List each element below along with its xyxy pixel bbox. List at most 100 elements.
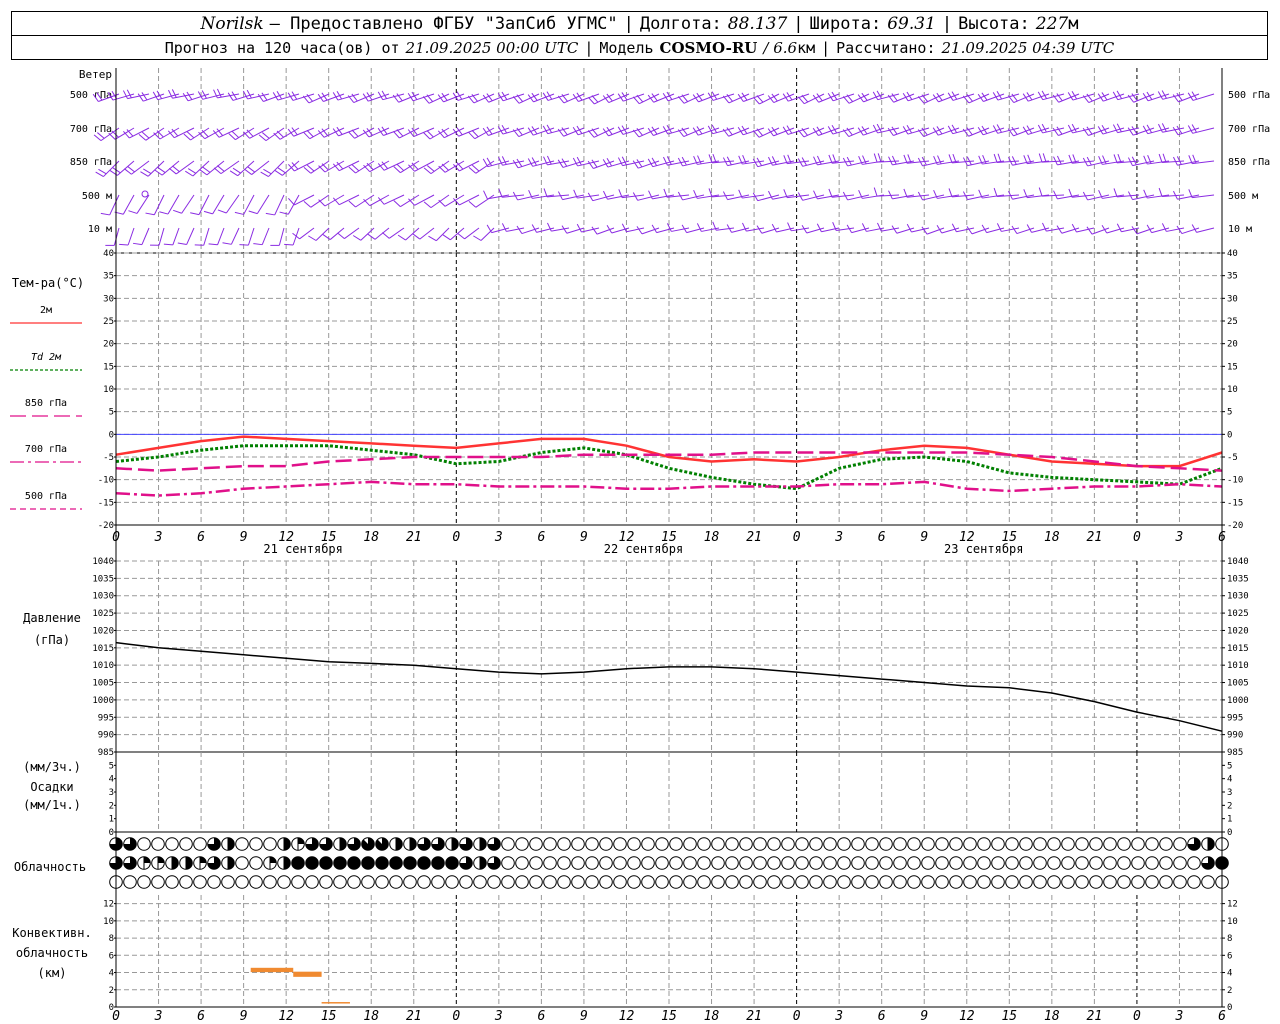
cloud-fill — [158, 856, 165, 863]
wind-barb-flag — [516, 225, 523, 234]
cloud-circle — [263, 837, 277, 851]
temperature-tick-label-right: 40 — [1227, 249, 1238, 259]
pressure-tick-label-left: 1005 — [92, 679, 114, 689]
cloud-circle — [781, 837, 795, 851]
wind-barb-flag — [143, 168, 152, 174]
cloud-fill — [228, 856, 235, 870]
cloud-circle — [921, 856, 935, 870]
wind-barb-flag — [1131, 226, 1138, 235]
wind-barb-flag — [636, 226, 643, 235]
wind-barb-staff — [203, 227, 210, 246]
cloud-cover-icon — [515, 875, 529, 889]
cloud-circle — [907, 837, 921, 851]
wind-barb-staff — [656, 227, 675, 234]
wind-barb-flag — [993, 187, 998, 197]
cloud-circle — [1117, 856, 1131, 870]
cloud-fill — [228, 837, 235, 851]
wind-barb — [194, 227, 210, 246]
wind-barb — [1053, 190, 1080, 200]
wind-barb-flag — [127, 165, 135, 173]
wind-barb-flag — [287, 128, 295, 137]
cloud-circle — [1187, 875, 1201, 889]
cloud-circle — [305, 856, 319, 870]
cloud-cover-icon — [1089, 837, 1103, 851]
cloud-cover-icon — [921, 856, 935, 870]
wind-barb — [213, 160, 240, 175]
pressure-tick-label-left: 1010 — [92, 661, 114, 671]
cloud-fill — [270, 856, 277, 863]
wind-barb — [168, 160, 195, 175]
wind-barb-flag — [1056, 155, 1062, 165]
x-tick-label: 12 — [619, 1009, 635, 1024]
wind-barb-flag — [124, 168, 132, 175]
wind-barb — [1056, 225, 1080, 234]
wind-barb-flag — [782, 93, 789, 102]
cloud-cover-icon — [935, 856, 949, 870]
x-tick-label: 12 — [278, 1009, 294, 1024]
wind-barb-flag — [906, 91, 913, 100]
cloud-cover-icon — [1019, 875, 1033, 889]
wind-barb — [163, 227, 180, 246]
cloud-cover-icon — [319, 875, 333, 889]
cloud-fill — [284, 837, 291, 851]
cloud-circle — [921, 837, 935, 851]
cloud-circle — [1159, 856, 1173, 870]
cloud-cover-icon — [305, 837, 319, 851]
wind-barb-flag — [438, 165, 446, 173]
wind-barb-flag — [936, 126, 943, 135]
cloud-cover-icon — [347, 856, 361, 870]
wind-barb-flag — [303, 167, 312, 174]
wind-barb-flag — [141, 92, 148, 101]
wind-barb-flag — [1112, 91, 1119, 100]
wind-barb — [996, 223, 1020, 232]
cloud-circle — [809, 837, 823, 851]
cloud-circle — [655, 837, 669, 851]
wind-barb — [124, 160, 150, 175]
wind-barb-flag — [557, 95, 565, 104]
cloud-cover-icon — [165, 856, 179, 870]
cloud-circle — [823, 856, 837, 870]
cloud-circle — [571, 856, 585, 870]
wind-barb-staff — [117, 160, 135, 176]
cloud-fill — [396, 837, 403, 851]
convective-tick-label-right: 4 — [1227, 969, 1232, 979]
cloud-cover-icon — [333, 837, 347, 851]
cloud-circle — [837, 875, 851, 889]
wind-barb-flag — [260, 171, 269, 177]
x-tick-label: 9 — [240, 530, 248, 545]
wind-barb-staff — [405, 227, 420, 241]
wind-barb — [677, 93, 705, 104]
cloud-circle — [991, 837, 1005, 851]
wind-barb — [208, 227, 225, 246]
wind-barb-staff — [414, 160, 435, 172]
cloud-cover-icon — [795, 856, 809, 870]
cloud-cover-icon — [781, 856, 795, 870]
wind-barb-flag — [948, 154, 953, 164]
wind-barb-flag — [351, 164, 360, 172]
cloud-fill — [480, 837, 487, 851]
wind-barb-flag — [168, 167, 177, 175]
cloud-circle — [753, 856, 767, 870]
cloud-cover-icon — [767, 856, 781, 870]
wind-barb-flag — [917, 96, 925, 104]
cloud-circle — [851, 856, 865, 870]
cloud-circle — [403, 856, 417, 870]
wind-barb-flag — [457, 232, 465, 240]
cloud-cover-icon — [1173, 837, 1187, 851]
cloud-cover-icon — [1061, 875, 1075, 889]
wind-barb-flag — [962, 95, 970, 104]
wind-barb — [501, 223, 525, 232]
cloud-circle — [963, 837, 977, 851]
wind-barb-flag — [981, 125, 988, 134]
cloud-cover-icon — [1033, 856, 1047, 870]
cloud-circle — [1075, 856, 1089, 870]
cloud-circle — [193, 875, 207, 889]
wind-barb-staff — [896, 227, 915, 234]
cloud-circle — [627, 837, 641, 851]
wind-barb-flag — [632, 96, 640, 104]
wind-barb-flag — [996, 223, 1002, 232]
cloud-cover-icon — [655, 875, 669, 889]
cloud-cover-icon — [487, 875, 501, 889]
cloud-cover-icon — [627, 856, 641, 870]
wind-barb — [1042, 222, 1065, 232]
